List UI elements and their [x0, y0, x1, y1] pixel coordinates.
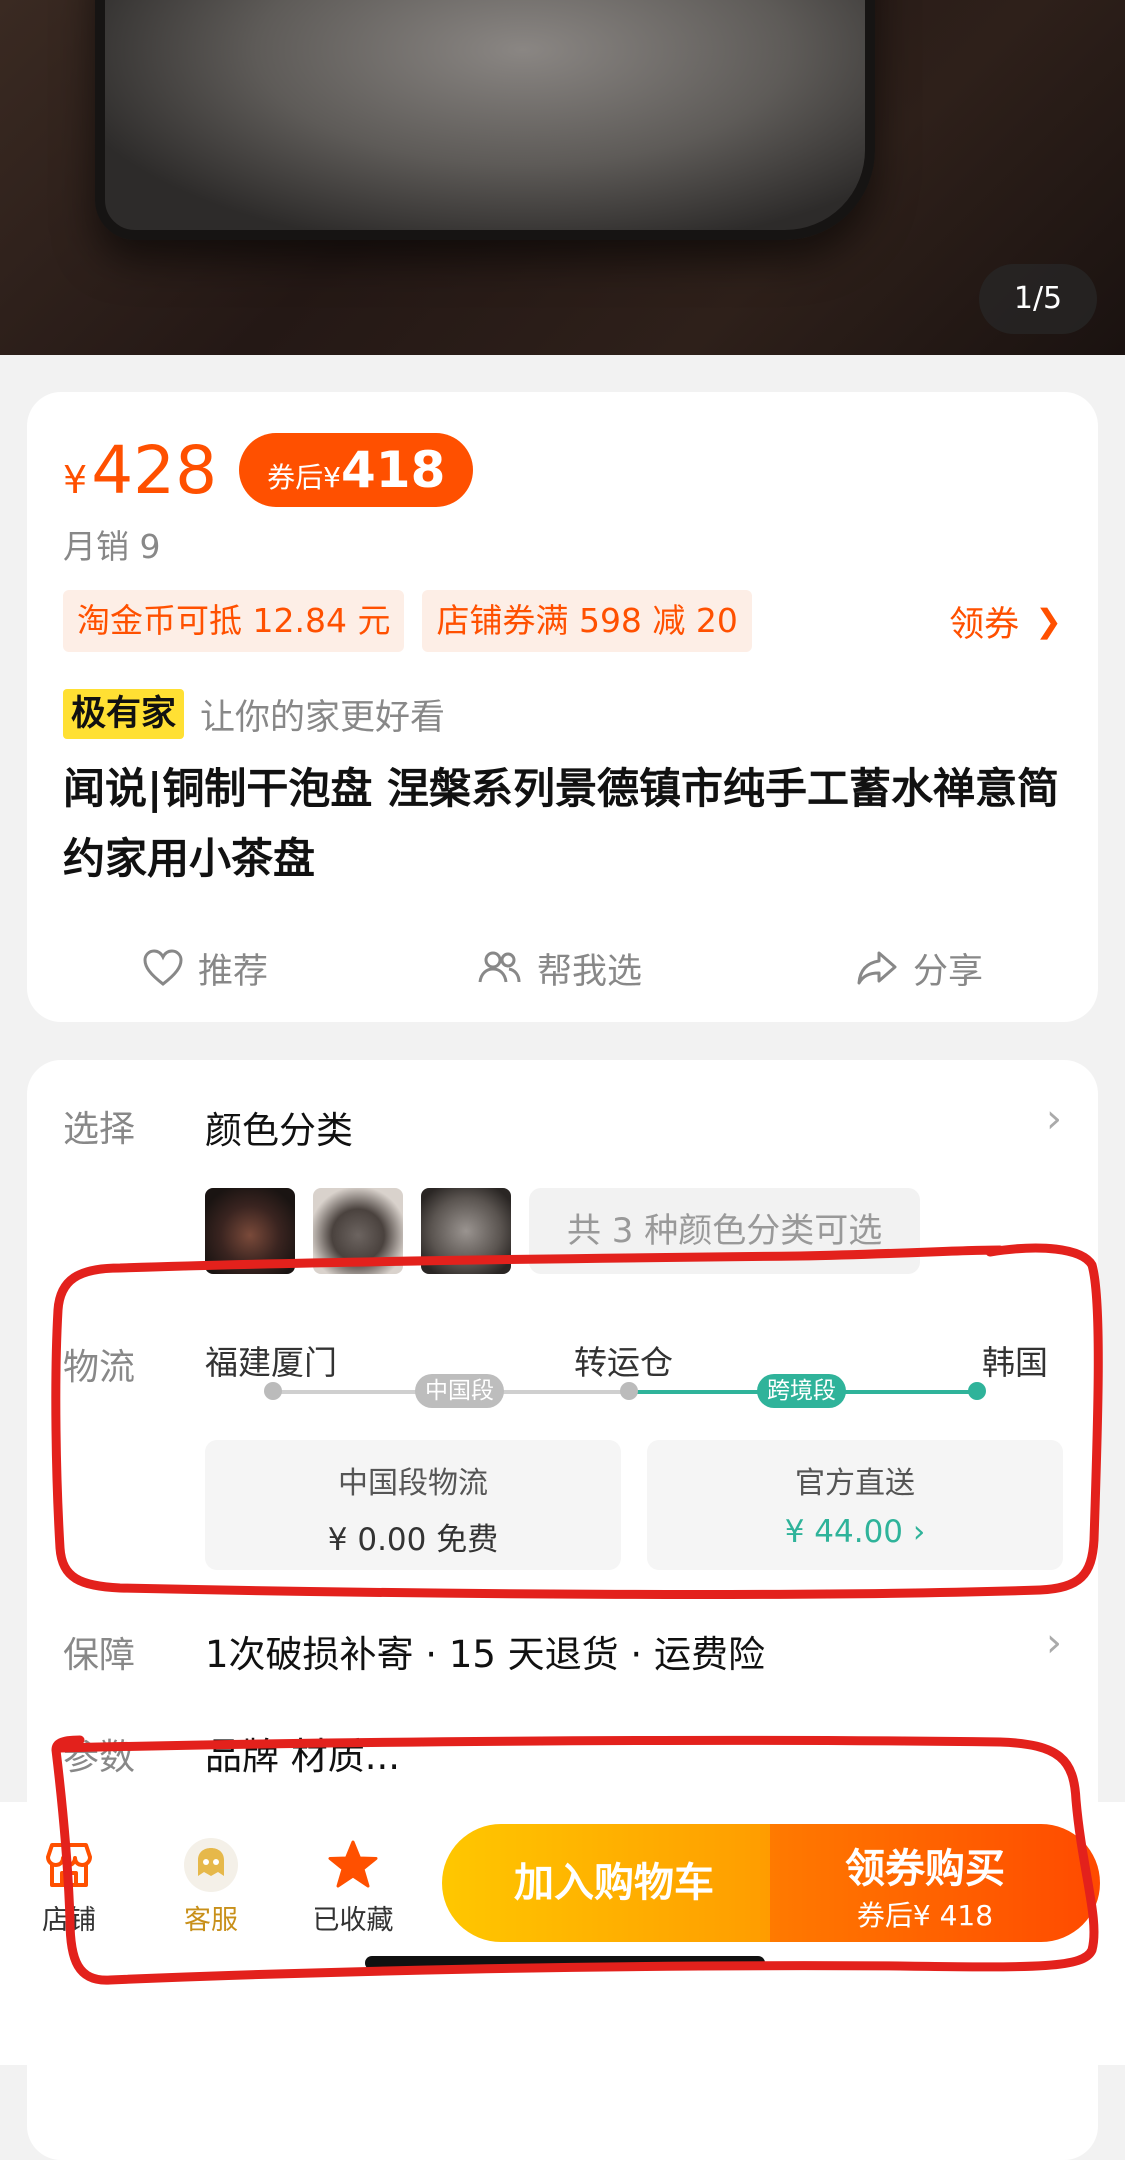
- brand-slogan: 让你的家更好看: [200, 697, 446, 738]
- guarantee-label: 保障: [63, 1635, 136, 1676]
- action-row: 推荐 帮我选 分享: [27, 928, 1098, 1008]
- price-row: ¥ 428 券后¥ 418: [63, 430, 474, 510]
- monthly-sales: 月销 9: [63, 527, 161, 566]
- select-label: 选择: [63, 1109, 136, 1150]
- coin-deduction-tag: 淘金币可抵 12.84 元: [63, 590, 405, 652]
- favorite-tab[interactable]: 已收藏: [298, 1832, 408, 1937]
- crossborder-segment-tag: 跨境段: [757, 1374, 846, 1408]
- home-indicator: [365, 1956, 765, 1970]
- promo-row: 淘金币可抵 12.84 元 店铺券满 598 减 20 领券 ❯: [63, 590, 1062, 652]
- chevron-right-icon[interactable]: ›: [1046, 1620, 1062, 1666]
- destination-dot: [968, 1382, 986, 1400]
- color-thumbnails: 共 3 种颜色分类可选: [205, 1188, 921, 1274]
- color-option-thumb[interactable]: [421, 1188, 511, 1274]
- product-image-carousel[interactable]: 1/5: [0, 0, 1125, 355]
- color-count-summary[interactable]: 共 3 种颜色分类可选: [529, 1188, 921, 1274]
- color-option-thumb[interactable]: [313, 1188, 403, 1274]
- product-title: 闻说|铜制干泡盘 涅槃系列景德镇市纯手工蓄水禅意简约家用小茶盘: [63, 764, 1059, 883]
- origin-dot: [264, 1382, 282, 1400]
- customer-service-tab[interactable]: 客服: [156, 1832, 266, 1937]
- share-icon: [857, 951, 897, 985]
- chevron-right-icon: ❯: [1035, 602, 1062, 640]
- transit-warehouse: 转运仓: [574, 1343, 673, 1382]
- domestic-shipping-box: 中国段物流 ¥ 0.00 免费: [205, 1440, 621, 1570]
- buy-with-coupon-button[interactable]: 领券购买 券后¥ 418: [770, 1824, 1100, 1942]
- product-photo: [95, 0, 875, 240]
- store-tab[interactable]: 店铺: [14, 1832, 124, 1937]
- recommend-button[interactable]: 推荐: [142, 928, 268, 1008]
- params-label: 参数: [63, 1737, 136, 1778]
- chevron-right-icon: ›: [912, 1514, 926, 1550]
- store-coupon-tag: 店铺券满 598 减 20: [422, 590, 752, 652]
- image-counter: 1/5: [979, 264, 1097, 334]
- price: ¥ 428: [63, 431, 218, 509]
- guarantee-value[interactable]: 1次破损补寄 · 15 天退货 · 运费险: [205, 1624, 765, 1678]
- brand-row: 极有家 让你的家更好看: [63, 688, 445, 740]
- people-icon: [478, 951, 521, 983]
- params-value[interactable]: 品牌 材质...: [205, 1726, 400, 1780]
- chevron-right-icon[interactable]: ›: [1046, 1096, 1062, 1142]
- direct-shipping-box[interactable]: 官方直送 ¥ 44.00 ›: [647, 1440, 1063, 1570]
- transit-dot: [620, 1382, 638, 1400]
- share-button[interactable]: 分享: [855, 928, 983, 1008]
- get-coupon-link[interactable]: 领券 ❯: [949, 596, 1062, 647]
- coupon-price-badge: 券后¥ 418: [239, 433, 474, 507]
- logistics-label: 物流: [63, 1347, 136, 1388]
- brand-badge: 极有家: [63, 689, 185, 739]
- add-to-cart-button[interactable]: 加入购物车: [442, 1824, 786, 1942]
- help-choose-button[interactable]: 帮我选: [475, 928, 642, 1008]
- star-icon: [298, 1832, 408, 1898]
- heart-icon: [143, 949, 183, 986]
- origin-city: 福建厦门: [205, 1343, 337, 1382]
- product-info-card: ¥ 428 券后¥ 418 月销 9 淘金币可抵 12.84 元 店铺券满 59…: [27, 392, 1098, 1022]
- color-option-thumb[interactable]: [205, 1188, 295, 1274]
- store-icon: [14, 1832, 124, 1898]
- bottom-action-bar: 店铺 客服 已收藏 加入购物车 领券购买 券后¥ 418: [0, 1802, 1125, 2065]
- destination-country: 韩国: [982, 1343, 1048, 1382]
- select-value[interactable]: 颜色分类: [205, 1100, 353, 1154]
- domestic-segment-tag: 中国段: [415, 1374, 504, 1408]
- service-avatar-icon: [156, 1832, 266, 1898]
